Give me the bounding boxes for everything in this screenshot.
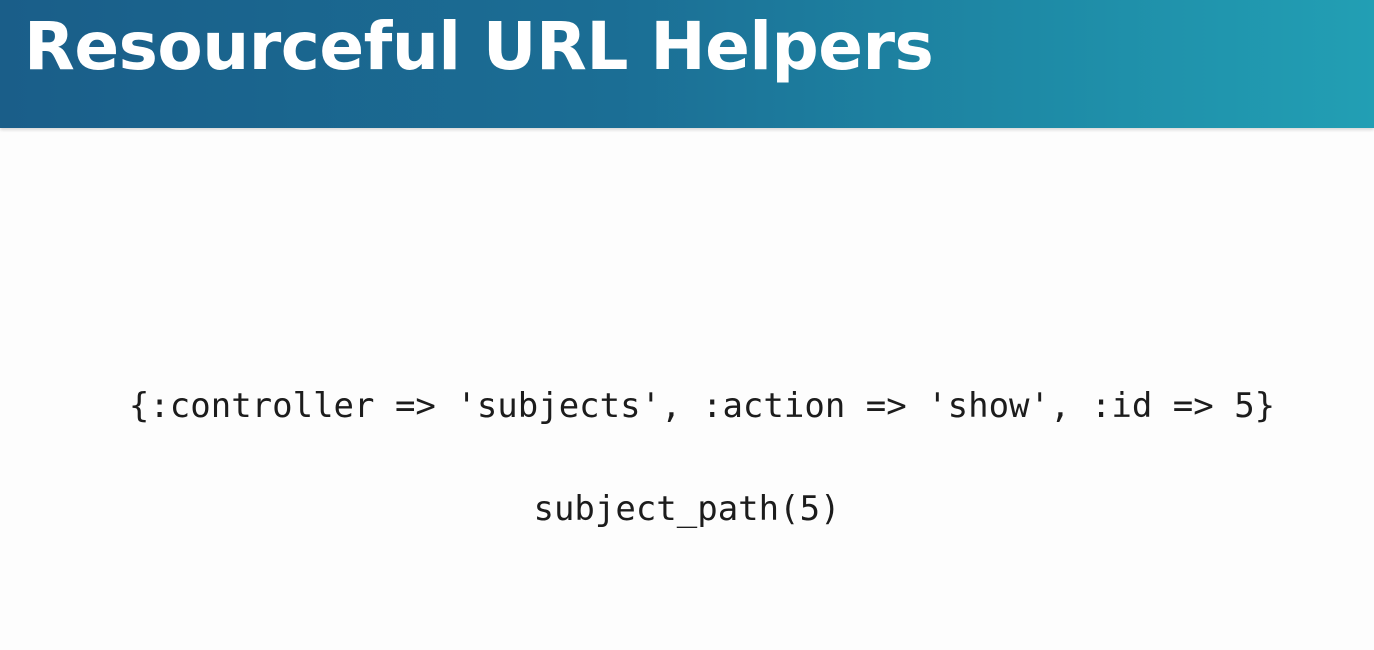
code-hash-line: {:controller => 'subjects', :action => '… xyxy=(128,386,1276,426)
code-helper-line: subject_path(5) xyxy=(533,489,841,529)
slide-title: Resourceful URL Helpers xyxy=(24,8,934,85)
slide: Resourceful URL Helpers {:controller => … xyxy=(0,0,1374,650)
title-bar: Resourceful URL Helpers xyxy=(0,0,1374,128)
